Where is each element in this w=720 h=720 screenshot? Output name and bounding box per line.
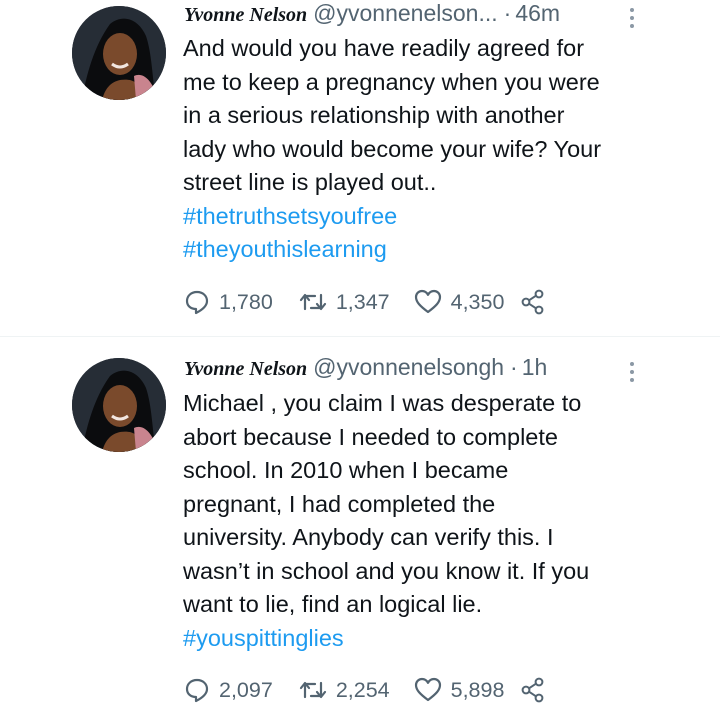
tweet-header: Yvonne Nelson @yvonnenelson... · 46m — [184, 0, 644, 30]
avatar[interactable] — [72, 6, 166, 100]
tweet-text-line: And would you have readily agreed for — [183, 35, 585, 61]
hashtag-link[interactable]: #thetruthsetsyoufree — [183, 200, 653, 234]
more-options-icon[interactable] — [622, 358, 642, 386]
tweet-text-line: lady who would become your wife? Your — [183, 135, 602, 162]
more-options-icon[interactable] — [622, 4, 642, 32]
retweet-icon — [299, 293, 326, 311]
tweet-text-line: in a serious relationship with another — [183, 102, 565, 128]
timestamp[interactable]: 46m — [515, 0, 560, 27]
tweet-text-line: pregnant, I had completed the — [183, 490, 496, 517]
tweet-text-line: university. Anybody can verify this. I — [183, 524, 554, 550]
avatar[interactable] — [72, 358, 166, 452]
tweet-header: Yvonne Nelson @yvonnenelsongh · 1h — [184, 354, 644, 384]
like-count: 5,898 — [450, 677, 505, 702]
separator-dot: · — [503, 0, 512, 26]
retweet-count: 2,254 — [335, 677, 390, 702]
tweet[interactable]: Yvonne Nelson @yvonnenelson... · 46m And… — [0, 0, 720, 336]
reply-count: 1,780 — [219, 289, 273, 314]
share-button[interactable] — [520, 289, 546, 315]
separator-dot: · — [510, 354, 518, 380]
tweet-text: Michael , you claim I was desperate to a… — [183, 387, 653, 655]
reply-button[interactable]: 1,780 — [184, 289, 299, 315]
share-icon — [522, 289, 544, 315]
tweet-text-line: me to keep a pregnancy when you were — [183, 68, 600, 95]
like-count: 4,350 — [450, 289, 505, 314]
reply-count: 2,097 — [219, 677, 273, 702]
heart-icon — [414, 289, 441, 314]
tweet-divider — [0, 336, 720, 337]
display-name[interactable]: Yvonne Nelson — [184, 358, 307, 381]
user-handle[interactable]: @yvonnenelsongh — [313, 354, 504, 381]
tweet-actions: 1,780 1,347 4,350 — [184, 287, 546, 317]
tweet-text-line: abort because I needed to complete — [183, 423, 558, 450]
like-button[interactable]: 5,898 — [414, 677, 521, 703]
tweet[interactable]: Yvonne Nelson @yvonnenelsongh · 1h Micha… — [0, 340, 720, 720]
like-button[interactable]: 4,350 — [414, 289, 521, 315]
retweet-button[interactable]: 1,347 — [299, 289, 414, 315]
tweet-text-line: wasn’t in school and you know it. If you — [183, 557, 590, 584]
tweet-text-line: street line is played out.. — [183, 169, 437, 195]
retweet-icon — [299, 681, 326, 699]
tweet-text-line: school. In 2010 when I became — [183, 457, 509, 483]
timestamp[interactable]: 1h — [522, 354, 548, 381]
reply-icon — [185, 290, 209, 315]
reply-icon — [185, 678, 209, 703]
tweet-actions: 2,097 2,254 5,898 — [184, 675, 546, 705]
heart-icon — [414, 677, 441, 702]
hashtag-link[interactable]: #youspittinglies — [183, 622, 653, 656]
tweet-text-line: want to lie, find an logical lie. — [183, 591, 483, 617]
share-icon — [522, 677, 544, 703]
retweet-count: 1,347 — [335, 289, 390, 314]
user-handle[interactable]: @yvonnenelson... — [313, 0, 497, 27]
display-name[interactable]: Yvonne Nelson — [184, 4, 307, 27]
share-button[interactable] — [520, 677, 546, 703]
reply-button[interactable]: 2,097 — [184, 677, 299, 703]
retweet-button[interactable]: 2,254 — [299, 677, 414, 703]
tweet-text-line: Michael , you claim I was desperate to — [183, 390, 582, 416]
hashtag-link[interactable]: #theyouthislearning — [183, 233, 653, 267]
tweet-text: And would you have readily agreed for me… — [183, 32, 653, 267]
